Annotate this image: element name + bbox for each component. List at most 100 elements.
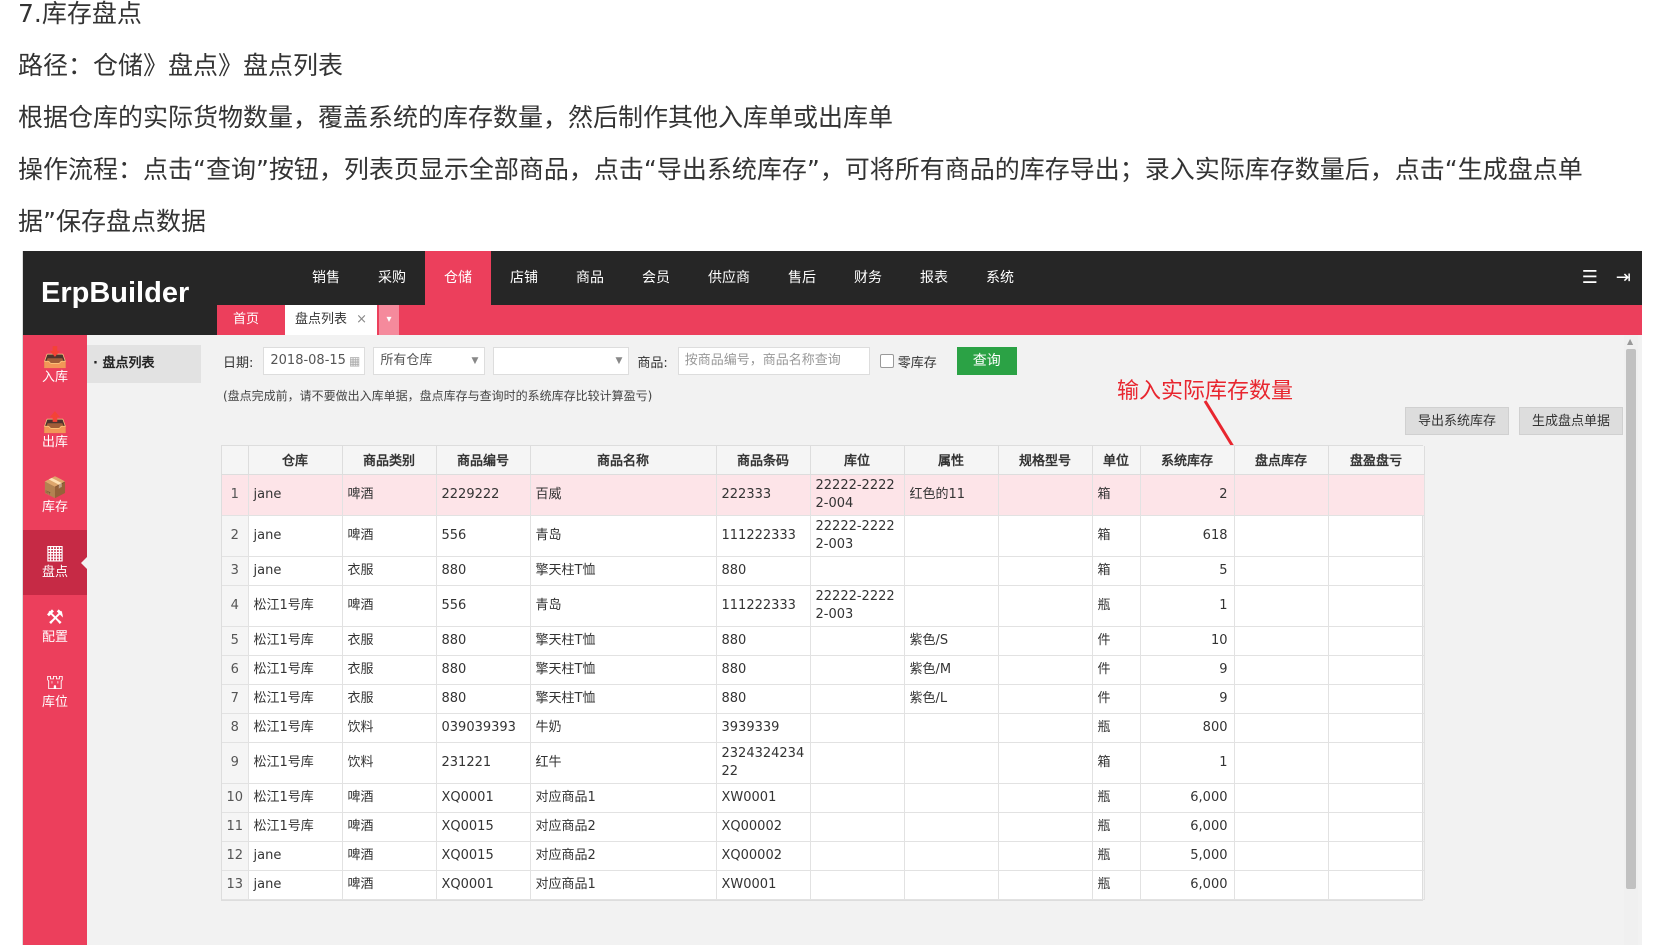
table-cell[interactable] xyxy=(1234,585,1329,627)
table-row[interactable]: 5 松江1号库 衣服 880 擎天柱T恤 880 紫色/S 件 10 xyxy=(222,626,1425,656)
checkbox-box[interactable] xyxy=(879,354,894,368)
table-cell xyxy=(810,742,905,784)
logout-icon[interactable]: ⇥ xyxy=(1616,267,1631,288)
column-header-1[interactable]: 仓库 xyxy=(248,446,343,475)
table-cell[interactable] xyxy=(1234,474,1329,516)
table-row[interactable]: 11 松江1号库 啤酒 XQ0015 对应商品2 XQ00002 瓶 6,000 xyxy=(222,812,1425,842)
date-input[interactable]: 2018-08-15 ▦ xyxy=(263,347,366,375)
table-cell: 牛奶 xyxy=(530,713,717,743)
nav-item-5[interactable]: 会员 xyxy=(623,251,689,305)
tab-home[interactable]: 首页 xyxy=(227,305,265,335)
column-header-8[interactable]: 规格型号 xyxy=(998,446,1093,475)
chevron-down-icon: ▼ xyxy=(471,356,479,366)
inventory-check-icon: ▦ xyxy=(45,540,65,564)
sidebar-item-1[interactable]: 📤 出库 xyxy=(23,400,87,465)
table-cell: 对应商品2 xyxy=(530,812,717,842)
table-cell: 红牛 xyxy=(530,742,717,784)
table-cell[interactable] xyxy=(1234,870,1329,900)
column-header-5[interactable]: 商品条码 xyxy=(716,446,811,475)
nav-item-0[interactable]: 销售 xyxy=(293,251,359,305)
nav-item-9[interactable]: 报表 xyxy=(901,251,967,305)
table-cell xyxy=(1328,812,1425,842)
vertical-scrollbar[interactable]: ▲ xyxy=(1624,335,1638,945)
table-cell: 800 xyxy=(1140,713,1235,743)
sidebar-item-4[interactable]: ⚒ 配置 xyxy=(23,595,87,660)
column-header-0[interactable] xyxy=(222,446,249,475)
secondary-select[interactable]: ▼ xyxy=(493,347,630,375)
table-row[interactable]: 2 jane 啤酒 556 青岛 111222333 22222-22222-003 箱 618 xyxy=(222,515,1425,557)
table-cell[interactable] xyxy=(1234,515,1329,557)
column-header-10[interactable]: 系统库存 xyxy=(1140,446,1235,475)
table-row[interactable]: 9 松江1号库 饮料 231221 红牛 232432423422 箱 1 xyxy=(222,742,1425,784)
nav-item-7[interactable]: 售后 xyxy=(769,251,835,305)
nav-item-6[interactable]: 供应商 xyxy=(689,251,769,305)
nav-item-10[interactable]: 系统 xyxy=(967,251,1033,305)
column-header-4[interactable]: 商品名称 xyxy=(530,446,717,475)
column-header-3[interactable]: 商品编号 xyxy=(436,446,531,475)
column-header-6[interactable]: 库位 xyxy=(810,446,905,475)
table-cell xyxy=(998,742,1093,784)
subnav-item-inventory-list[interactable]: · 盘点列表 xyxy=(87,345,201,383)
sidebar-item-3[interactable]: ▦ 盘点 xyxy=(23,530,88,595)
menu-icon[interactable]: ☰ xyxy=(1582,267,1598,288)
table-row[interactable]: 1 jane 啤酒 2229222 百威 222333 22222-22222-004 红色的… xyxy=(222,474,1425,516)
sidebar-item-label: 入库 xyxy=(41,370,68,385)
table-cell[interactable] xyxy=(1234,626,1329,656)
zero-stock-checkbox[interactable]: 零库存 xyxy=(879,352,937,371)
sidebar-item-2[interactable]: 📦 库存 xyxy=(23,465,87,530)
table-cell[interactable] xyxy=(1234,783,1329,813)
table-row[interactable]: 6 松江1号库 衣服 880 擎天柱T恤 880 紫色/M 件 9 xyxy=(222,655,1425,685)
outbound-icon: 📤 xyxy=(42,410,68,434)
column-header-7[interactable]: 属性 xyxy=(904,446,999,475)
table-cell[interactable] xyxy=(1234,556,1329,586)
table-cell: 瓶 xyxy=(1092,812,1141,842)
sidebar-item-5[interactable]: ⛫ 库位 xyxy=(23,660,87,725)
table-header: 仓库 商品类别 商品编号 商品名称 商品条码 库位 属性 规格型号 单位 系统库存 盘点库存 盘盈盘亏 xyxy=(222,446,1425,475)
table-cell: 瓶 xyxy=(1092,585,1141,627)
table-row[interactable]: 12 jane 啤酒 XQ0015 对应商品2 XQ00002 瓶 5,000 xyxy=(222,841,1425,871)
nav-item-2[interactable]: 仓储 xyxy=(425,251,491,305)
nav-item-4[interactable]: 商品 xyxy=(557,251,623,305)
table-cell xyxy=(1328,556,1425,586)
sidebar-item-0[interactable]: 📥 入库 xyxy=(23,335,87,400)
nav-item-1[interactable]: 采购 xyxy=(359,251,425,305)
scroll-up-icon[interactable]: ▲ xyxy=(1627,337,1633,346)
table-cell xyxy=(904,556,999,586)
table-cell[interactable] xyxy=(1234,713,1329,743)
nav-item-3[interactable]: 店铺 xyxy=(491,251,557,305)
table-cell[interactable] xyxy=(1234,841,1329,871)
table-cell[interactable] xyxy=(1234,812,1329,842)
table-cell xyxy=(810,870,905,900)
table-cell: jane xyxy=(248,556,343,586)
column-header-11[interactable]: 盘点库存 xyxy=(1234,446,1329,475)
table-cell[interactable] xyxy=(1234,742,1329,784)
table-cell: 啤酒 xyxy=(342,870,437,900)
scroll-thumb[interactable] xyxy=(1626,349,1636,889)
product-search-input[interactable]: 按商品编号，商品名称查询 xyxy=(677,347,870,375)
column-header-12[interactable]: 盘盈盘亏 xyxy=(1328,446,1425,475)
table-row[interactable]: 8 松江1号库 饮料 039039393 牛奶 3939339 瓶 800 xyxy=(222,713,1425,743)
table-body: 1 jane 啤酒 2229222 百威 222333 22222-22222-004 红色的… xyxy=(222,474,1425,900)
query-button[interactable]: 查询 xyxy=(956,347,1017,375)
table-row[interactable]: 10 松江1号库 啤酒 XQ0001 对应商品1 XW0001 瓶 6,000 xyxy=(222,783,1425,813)
tab-inventory-list[interactable]: 盘点列表 × xyxy=(285,305,377,335)
table-row[interactable]: 3 jane 衣服 880 擎天柱T恤 880 箱 5 xyxy=(222,556,1425,586)
table-cell: XQ0001 xyxy=(436,870,531,900)
table-cell[interactable] xyxy=(1234,655,1329,685)
nav-item-8[interactable]: 财务 xyxy=(835,251,901,305)
column-header-2[interactable]: 商品类别 xyxy=(342,446,437,475)
table-row[interactable]: 13 jane 啤酒 XQ0001 对应商品1 XW0001 瓶 6,000 xyxy=(222,870,1425,900)
table-cell: 瓶 xyxy=(1092,713,1141,743)
table-cell[interactable] xyxy=(1234,684,1329,714)
tab-more-button[interactable]: ▾ xyxy=(379,305,399,335)
column-header-9[interactable]: 单位 xyxy=(1092,446,1141,475)
table-row[interactable]: 4 松江1号库 啤酒 556 青岛 111222333 22222-22222-003 瓶 1 xyxy=(222,585,1425,627)
table-cell xyxy=(998,585,1093,627)
warehouse-select[interactable]: 所有仓库 ▼ xyxy=(373,347,486,375)
table-row[interactable]: 7 松江1号库 衣服 880 擎天柱T恤 880 紫色/L 件 9 xyxy=(222,684,1425,714)
calendar-icon[interactable]: ▦ xyxy=(349,348,360,374)
close-icon[interactable]: × xyxy=(356,305,367,335)
table-cell xyxy=(1328,684,1425,714)
generate-doc-button[interactable]: 生成盘点单据 xyxy=(1518,407,1623,435)
export-stock-button[interactable]: 导出系统库存 xyxy=(1404,407,1509,435)
